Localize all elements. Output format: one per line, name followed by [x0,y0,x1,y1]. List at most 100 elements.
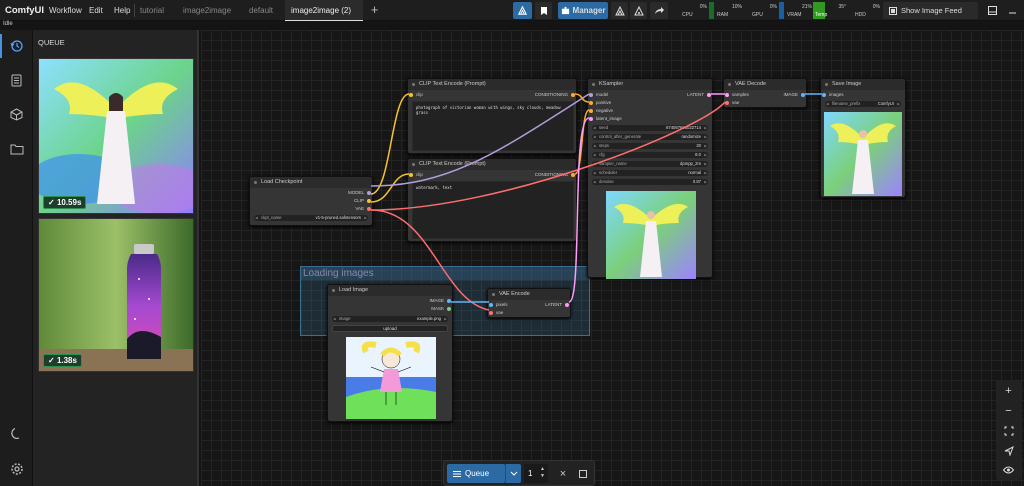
output-dot[interactable] [707,93,711,97]
tab-default[interactable]: default [243,0,279,21]
input-dot[interactable] [725,93,729,97]
node-title: Save Image [821,79,905,90]
input-dot[interactable] [489,311,493,315]
output-dot[interactable] [367,207,371,211]
control-after-generate-widget[interactable]: control_after_generaterandomize [592,134,708,140]
minimize-icon[interactable] [1004,2,1020,19]
workflow-icon[interactable] [630,2,647,19]
toggle-links-eye-icon[interactable] [996,461,1021,479]
tab-image2image[interactable]: image2image [177,0,237,21]
input-dot[interactable] [489,303,493,307]
output-dot[interactable] [571,173,575,177]
loaded-drawing-image [346,337,436,419]
queue-panel: QUEUE ✓ 10.59s ✓ 1.38s [33,30,199,486]
execution-time-badge: ✓ 1.38s [43,354,82,367]
output-dot[interactable] [367,199,371,203]
input-dot[interactable] [589,93,593,97]
input-clip: clip [416,172,423,177]
denoise-widget[interactable]: denoise0.87 [592,179,708,185]
node-ksampler[interactable]: KSampler model positive negative latent_… [587,78,713,279]
hdd-monitor: HDD 0% [855,4,880,18]
settings-gear-icon[interactable] [8,460,25,477]
queue-history-icon[interactable] [8,37,25,54]
queue-title: QUEUE [38,38,65,47]
input-model: model [596,92,609,97]
upload-button[interactable]: upload [332,325,448,332]
filename-prefix-widget[interactable]: filename_prefixComfyUI [825,101,901,107]
input-vae: vae [496,310,504,315]
queue-button[interactable]: Queue [447,464,505,483]
node-load-image[interactable]: Load Image IMAGE MASK imageexample.png u… [327,284,453,422]
sampler-name-widget[interactable]: sampler_namedpmpp_2m [592,161,708,167]
comfy-logo-icon[interactable] [513,2,532,19]
node-library-icon[interactable] [8,72,25,89]
active-indicator [0,34,2,58]
output-dot[interactable] [447,299,451,303]
show-image-feed-button[interactable]: Show Image Feed [883,2,978,19]
node-clip-text-encode-negative[interactable]: CLIP Text Encode (Prompt) clip CONDITION… [407,158,577,242]
input-dot[interactable] [589,109,593,113]
share-icon[interactable] [650,2,668,19]
fit-view-icon[interactable] [996,422,1021,440]
node-vae-encode[interactable]: VAE Encode pixels vae LATENT [487,288,571,318]
output-dot[interactable] [367,191,371,195]
node-vae-decode[interactable]: VAE Decode samples vae IMAGE [723,78,807,108]
menu-help[interactable]: Help [114,6,130,15]
output-dot[interactable] [565,303,569,307]
image-select-widget[interactable]: imageexample.png [332,316,448,322]
graph-canvas[interactable]: Loading images Load Checkpoint MODEL CLI… [201,30,1024,486]
output-dot[interactable] [571,93,575,97]
queue-item-angel[interactable]: ✓ 10.59s [38,58,194,214]
output-dot[interactable] [801,93,805,97]
node-clip-text-encode-positive[interactable]: CLIP Text Encode (Prompt) clip CONDITION… [407,78,577,154]
zoom-out-icon[interactable]: − [996,402,1021,420]
new-tab-plus-icon[interactable]: + [366,2,383,19]
input-images: images [829,92,844,97]
output-conditioning: CONDITIONING [534,172,568,177]
bookmark-icon[interactable] [535,2,552,19]
workflows-folder-icon[interactable] [8,140,25,157]
model-download-icon[interactable] [611,2,628,19]
status-text: Idle [3,21,13,27]
output-conditioning: CONDITIONING [534,92,568,97]
output-dot[interactable] [447,307,451,311]
node-save-image[interactable]: Save Image images filename_prefixComfyUI [820,78,906,198]
input-dot[interactable] [589,101,593,105]
cpu-monitor: CPU 0% [682,4,707,18]
stop-square-icon[interactable] [574,464,592,483]
ksampler-preview-image [606,191,696,279]
seed-widget[interactable]: seed674087698022714 [592,125,708,131]
input-dot[interactable] [725,101,729,105]
ckpt-name-widget[interactable]: ckpt_namev1-5-pruned.safetensors [254,215,368,221]
input-dot[interactable] [409,173,413,177]
input-dot[interactable] [409,93,413,97]
steps-widget[interactable]: steps20 [592,143,708,149]
input-dot[interactable] [822,93,826,97]
queue-options-chevron-icon[interactable] [505,464,521,483]
vram-monitor: VRAM 21% [779,2,813,19]
input-dot[interactable] [589,117,593,121]
wire-clip-negative [370,173,410,203]
cancel-close-icon[interactable]: × [554,464,572,483]
tab-tutorial[interactable]: tutorial [134,0,170,21]
queue-item-bottle[interactable]: ✓ 1.38s [38,218,194,372]
node-load-checkpoint[interactable]: Load Checkpoint MODEL CLIP VAE ckpt_name… [249,176,373,226]
bottom-panel-toggle-icon[interactable] [984,2,1000,19]
input-pixels: pixels [496,302,508,307]
select-mode-icon[interactable] [996,442,1021,460]
prompt-textarea[interactable]: watermark, text [412,181,574,239]
output-latent: LATENT [545,302,562,307]
input-latent-image: latent_image [596,116,622,121]
zoom-in-icon[interactable]: + [996,382,1021,400]
cfg-widget[interactable]: cfg8.0 [592,152,708,158]
batch-count-stepper[interactable]: ▲ ▼ [540,466,545,480]
output-mask: MASK [431,306,444,311]
prompt-textarea[interactable]: photograph of victorian woman with wings… [412,101,574,151]
manager-button[interactable]: Manager [558,2,608,19]
scheduler-widget[interactable]: schedulernormal [592,170,708,176]
theme-moon-icon[interactable] [8,425,25,442]
model-library-icon[interactable] [8,106,25,123]
tab-image2image-2[interactable]: image2image (2) [285,0,363,21]
menu-edit[interactable]: Edit [89,6,103,15]
menu-workflow[interactable]: Workflow [49,6,82,15]
